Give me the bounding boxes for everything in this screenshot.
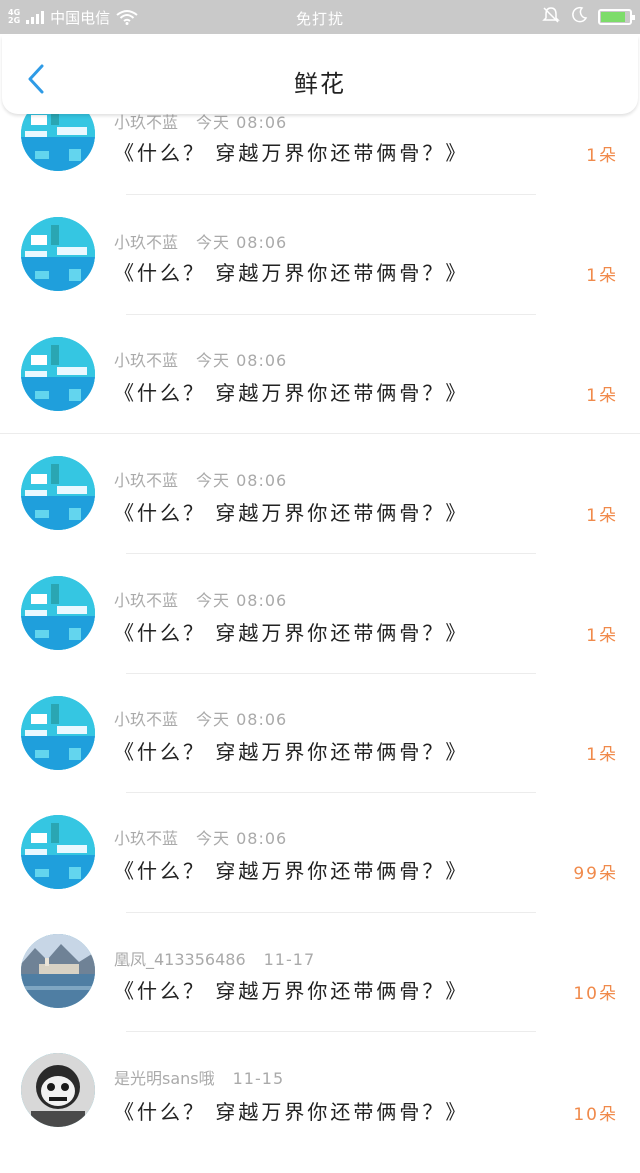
- flower-count: 10朵: [573, 1105, 618, 1125]
- item-time: 11-15: [232, 1069, 285, 1088]
- avatar[interactable]: [21, 815, 95, 889]
- item-message: 《什么？ 穿越万界你还带俩骨？》: [114, 979, 469, 1003]
- flower-count: 1朵: [586, 146, 618, 166]
- avatar[interactable]: [21, 217, 95, 291]
- item-message: 《什么？ 穿越万界你还带俩骨？》: [114, 261, 469, 285]
- user-name[interactable]: 小玖不蓝: [114, 351, 178, 370]
- item-meta: 是光明sans哦 11-15: [114, 1065, 284, 1089]
- avatar[interactable]: [21, 456, 95, 530]
- nav-bar: 鲜花: [2, 36, 638, 114]
- status-bar: 4G 2G 中国电信 免打扰: [0, 0, 640, 34]
- divider: [126, 314, 536, 315]
- user-name[interactable]: 小玖不蓝: [114, 710, 178, 729]
- item-time: 今天 08:06: [196, 351, 288, 370]
- item-meta: 小玖不蓝 今天 08:06: [114, 467, 287, 491]
- list-item[interactable]: 小玖不蓝 今天 08:06 《什么？ 穿越万界你还带俩骨？》 1朵: [0, 576, 640, 696]
- user-name[interactable]: 小玖不蓝: [114, 591, 178, 610]
- divider: [126, 912, 536, 913]
- avatar[interactable]: [21, 934, 95, 1008]
- user-name[interactable]: 小玖不蓝: [114, 471, 178, 490]
- flower-count: 1朵: [586, 745, 618, 765]
- avatar[interactable]: [21, 337, 95, 411]
- flower-count: 1朵: [586, 266, 618, 286]
- status-right: [542, 0, 635, 34]
- list-item[interactable]: 凰凤_413356486 11-17 《什么？ 穿越万界你还带俩骨？》 10朵: [0, 934, 640, 1054]
- item-message: 《什么？ 穿越万界你还带俩骨？》: [114, 501, 469, 525]
- user-name[interactable]: 小玖不蓝: [114, 829, 178, 848]
- item-time: 今天 08:06: [196, 471, 288, 490]
- moon-icon: [570, 6, 588, 28]
- avatar[interactable]: [21, 1053, 95, 1127]
- list-item[interactable]: 小玖不蓝 今天 08:06 《什么？ 穿越万界你还带俩骨？》 1朵: [0, 97, 640, 217]
- list-item[interactable]: 小玖不蓝 今天 08:06 《什么？ 穿越万界你还带俩骨？》 1朵: [0, 337, 640, 457]
- flower-count: 1朵: [586, 386, 618, 406]
- list-item[interactable]: 小玖不蓝 今天 08:06 《什么？ 穿越万界你还带俩骨？》 1朵: [0, 696, 640, 816]
- item-time: 今天 08:06: [196, 591, 288, 610]
- item-message: 《什么？ 穿越万界你还带俩骨？》: [114, 859, 469, 883]
- user-name[interactable]: 小玖不蓝: [114, 113, 178, 132]
- list-item[interactable]: 小玖不蓝 今天 08:06 《什么？ 穿越万界你还带俩骨？》 99朵: [0, 815, 640, 935]
- avatar[interactable]: [21, 576, 95, 650]
- divider: [126, 1031, 536, 1032]
- item-time: 今天 08:06: [196, 829, 288, 848]
- divider: [126, 553, 536, 554]
- flower-count: 99朵: [573, 864, 618, 884]
- divider: [126, 673, 536, 674]
- divider: [126, 792, 536, 793]
- divider: [0, 433, 640, 434]
- avatar[interactable]: [21, 696, 95, 770]
- item-time: 今天 08:06: [196, 113, 288, 132]
- item-meta: 小玖不蓝 今天 08:06: [114, 229, 287, 253]
- item-time: 今天 08:06: [196, 233, 288, 252]
- item-meta: 小玖不蓝 今天 08:06: [114, 825, 287, 849]
- item-meta: 凰凤_413356486 11-17: [114, 946, 315, 970]
- list-item[interactable]: 小玖不蓝 今天 08:06 《什么？ 穿越万界你还带俩骨？》 1朵: [0, 217, 640, 337]
- item-message: 《什么？ 穿越万界你还带俩骨？》: [114, 381, 469, 405]
- user-name[interactable]: 凰凤_413356486: [114, 950, 246, 969]
- item-message: 《什么？ 穿越万界你还带俩骨？》: [114, 1100, 469, 1124]
- item-meta: 小玖不蓝 今天 08:06: [114, 706, 287, 730]
- flower-count: 1朵: [586, 506, 618, 526]
- item-time: 11-17: [263, 950, 316, 969]
- list-item[interactable]: 小玖不蓝 今天 08:06 《什么？ 穿越万界你还带俩骨？》 1朵: [0, 456, 640, 576]
- user-name[interactable]: 小玖不蓝: [114, 233, 178, 252]
- flower-list[interactable]: 小玖不蓝 今天 08:06 《什么？ 穿越万界你还带俩骨？》 1朵 小玖不蓝 今天 …: [0, 0, 640, 1138]
- page-title: 鲜花: [294, 70, 346, 98]
- battery-icon: [598, 9, 635, 25]
- user-name[interactable]: 是光明sans哦: [114, 1069, 215, 1088]
- item-time: 今天 08:06: [196, 710, 288, 729]
- bell-mute-icon: [542, 6, 560, 28]
- item-message: 《什么？ 穿越万界你还带俩骨？》: [114, 141, 469, 165]
- divider: [126, 194, 536, 195]
- flower-count: 1朵: [586, 626, 618, 646]
- list-item[interactable]: 是光明sans哦 11-15 《什么？ 穿越万界你还带俩骨？》 10朵: [0, 1053, 640, 1173]
- flower-count: 10朵: [573, 984, 618, 1004]
- item-message: 《什么？ 穿越万界你还带俩骨？》: [114, 740, 469, 764]
- item-message: 《什么？ 穿越万界你还带俩骨？》: [114, 621, 469, 645]
- item-meta: 小玖不蓝 今天 08:06: [114, 347, 287, 371]
- item-meta: 小玖不蓝 今天 08:06: [114, 587, 287, 611]
